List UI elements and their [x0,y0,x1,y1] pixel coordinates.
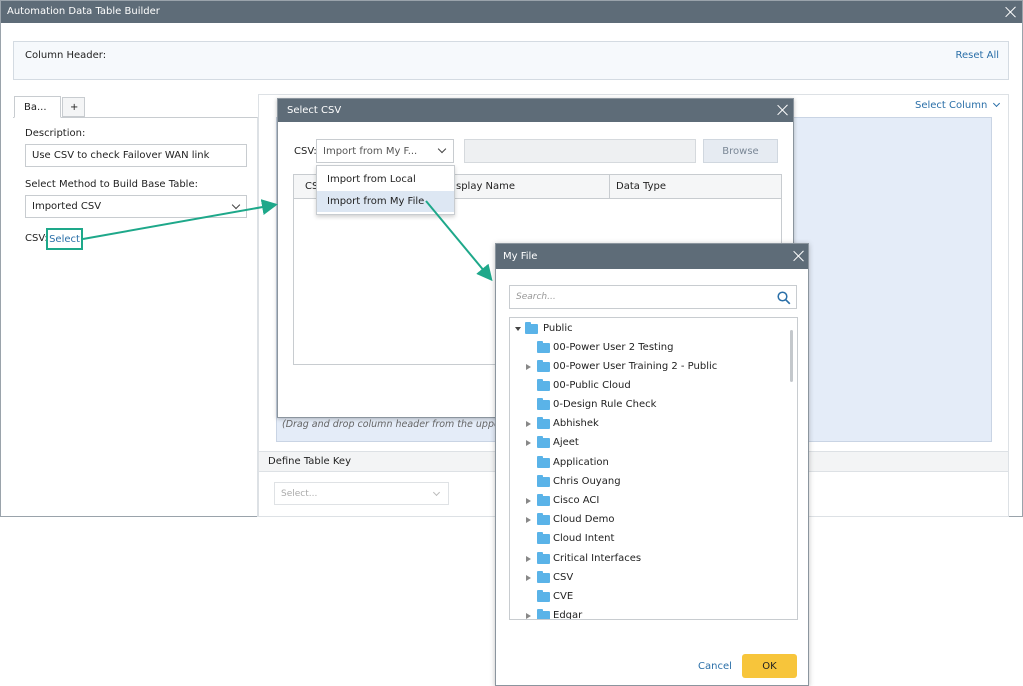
folder-tree: Public 00-Power User 2 Testing 00-Power … [509,317,798,620]
tree-folder-item[interactable]: CVE [537,587,573,606]
folder-icon [537,570,550,583]
tree-folder-label: 00-Power User 2 Testing [553,342,674,353]
tree-folder-label: Abhishek [553,418,599,429]
tree-folder-item[interactable]: 00-Power User Training 2 - Public [526,357,717,376]
tree-folder-label: Cloud Intent [553,533,615,544]
tree-folder-label: CVE [553,591,574,602]
tree-folder-item[interactable]: Edgar [526,606,583,620]
tree-folder-item[interactable]: Ajeet [526,433,579,452]
tree-root-public[interactable]: Public [515,319,573,338]
folder-icon [537,397,550,410]
folder-icon [537,608,550,619]
tree-folder-item[interactable]: 0-Design Rule Check [537,395,656,414]
expand-arrow-icon[interactable] [526,420,531,427]
tree-folder-label: Critical Interfaces [553,553,642,564]
close-icon[interactable] [793,250,805,262]
tree-folder-item[interactable]: Chris Ouyang [537,472,621,491]
folder-icon [537,435,550,448]
my-file-dialog: My File Search... Public 00-Power User 2… [495,243,809,686]
tree-folder-item[interactable]: Cloud Intent [537,529,614,548]
tree-folder-label: Cloud Demo [553,514,615,525]
ok-button[interactable]: OK [742,654,797,678]
folder-icon [537,455,550,468]
expand-arrow-icon[interactable] [526,574,531,581]
folder-icon [537,531,550,544]
folder-icon [537,589,550,602]
tree-folder-label: 00-Power User Training 2 - Public [553,361,718,372]
expand-arrow-icon[interactable] [526,516,531,523]
expand-arrow-icon[interactable] [515,326,521,331]
arrow-my-file-to-dialog [425,200,493,282]
search-icon[interactable] [777,291,791,305]
folder-icon [537,378,550,391]
my-file-title: My File [503,251,538,262]
tree-folder-item[interactable]: Application [537,453,609,472]
expand-arrow-icon[interactable] [526,555,531,562]
tree-folder-label: Edgar [553,610,583,620]
folder-icon [537,359,550,372]
tree-folder-label: 0-Design Rule Check [553,399,657,410]
tree-folder-label: Cisco ACI [553,495,600,506]
tree-folder-item[interactable]: 00-Public Cloud [537,376,631,395]
tree-folder-label: CSV [553,572,574,583]
tree-folder-label: 00-Public Cloud [553,380,631,391]
my-file-titlebar: My File [496,244,808,269]
tree-folder-item[interactable]: CSV [526,568,573,587]
tree-folder-label: Application [553,457,609,468]
expand-arrow-icon[interactable] [526,497,531,504]
folder-icon [525,321,538,334]
folder-icon [537,474,550,487]
tree-folder-item[interactable]: Cisco ACI [526,491,599,510]
tree-folder-item[interactable]: 00-Power User 2 Testing [537,338,673,357]
expand-arrow-icon[interactable] [526,612,531,619]
folder-icon [537,340,550,353]
folder-icon [537,493,550,506]
expand-arrow-icon[interactable] [526,363,531,370]
search-placeholder: Search... [516,292,556,302]
folder-icon [537,512,550,525]
tree-folder-label: Chris Ouyang [553,476,621,487]
tree-folder-item[interactable]: Cloud Demo [526,510,614,529]
tree-root-label: Public [543,323,573,334]
search-input[interactable]: Search... [509,285,797,309]
cancel-button[interactable]: Cancel [698,661,732,672]
tree-folder-label: Ajeet [553,437,579,448]
tree-folder-item[interactable]: Critical Interfaces [526,549,641,568]
folder-icon [537,416,550,429]
tree-folder-item[interactable]: Abhishek [526,414,599,433]
expand-arrow-icon[interactable] [526,439,531,446]
arrow-select-to-csv [82,199,278,240]
tree-scrollbar[interactable] [790,330,793,382]
folder-icon [537,551,550,564]
ok-label: OK [762,660,777,672]
